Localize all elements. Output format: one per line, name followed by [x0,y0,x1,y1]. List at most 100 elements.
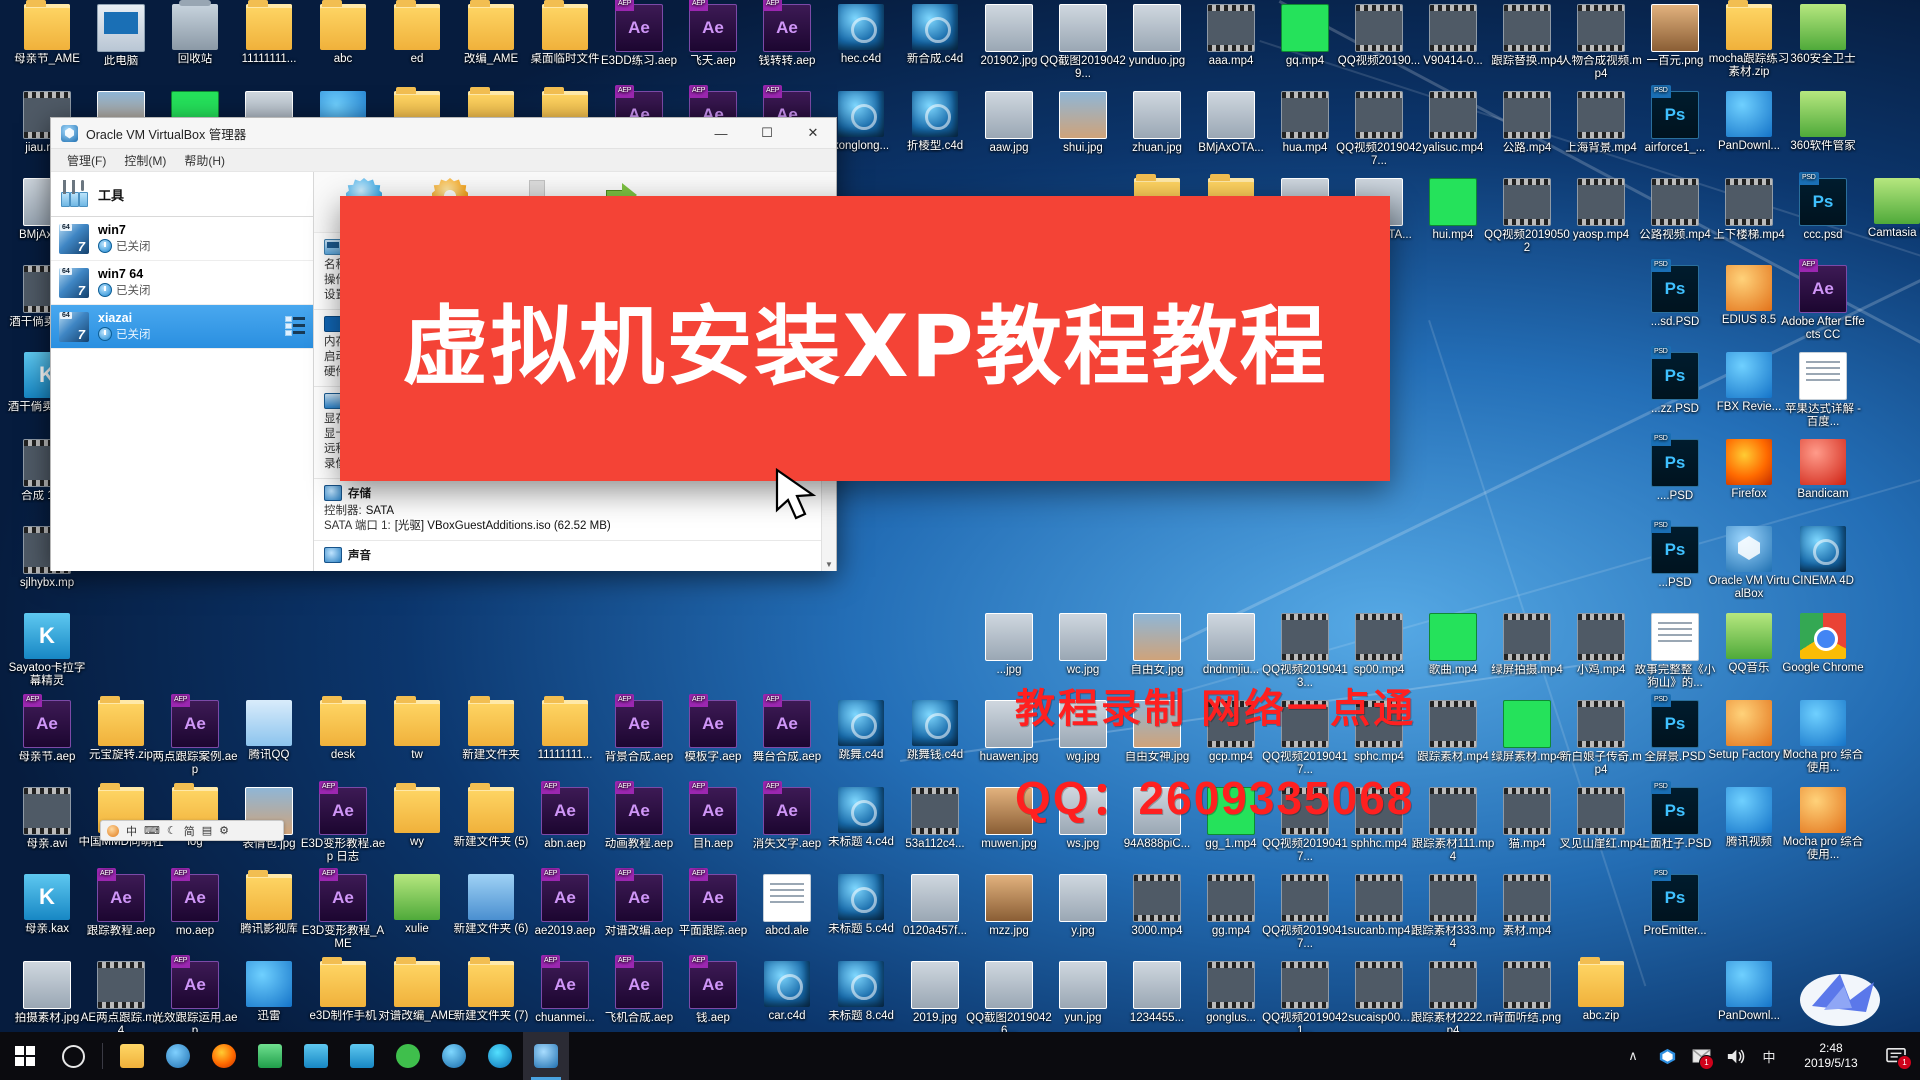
power-off-icon [98,283,112,297]
details-group-header[interactable]: 声音 [314,545,836,566]
folder-green-icon [394,874,440,920]
details-group-title: 存储 [348,488,371,500]
maximize-button[interactable]: ☐ [744,118,790,148]
desktop-icon[interactable]: 360安全卫士 [1780,4,1866,66]
volume-icon[interactable] [1718,1032,1752,1080]
folder-icon [542,696,588,746]
desktop-icon[interactable]: PanDownl... [1706,961,1792,1023]
virtualbox-tray-icon[interactable] [1650,1032,1684,1080]
windows-start-icon[interactable] [0,1032,50,1080]
vm-list-item-win7-64[interactable]: win7 64 已关闭 [51,261,313,305]
clock[interactable]: 2:48 2019/5/13 [1786,1032,1876,1080]
desktop-icon[interactable]: Adobe After Effects CC [1780,259,1866,341]
desktop-icon[interactable]: 360软件管家 [1780,91,1866,153]
taskbar-app-list[interactable] [109,1032,569,1080]
mp4-icon [1355,613,1403,661]
folder-icon [120,1044,144,1068]
desktop-icon[interactable]: Google Chrome [1780,613,1866,675]
ime-lang-label[interactable]: 中 [126,823,137,839]
ae-icon [615,694,663,748]
desktop-icon[interactable]: Bandicam [1780,439,1866,501]
taskbar-app-kax-app-1[interactable] [293,1032,339,1080]
taskbar-app-cinema4d[interactable] [431,1032,477,1080]
taskbar-app-file-explorer[interactable] [109,1032,155,1080]
windows7-vm-icon [59,267,89,298]
desktop-icon[interactable]: 苹果达式详解 - 百度... [1780,352,1866,428]
taskbar[interactable]: ∧ 1 中 2:48 2019/5/13 1 [0,1032,1920,1080]
mp4-icon [1577,91,1625,139]
moon-icon[interactable]: ☾ [167,824,177,837]
desktop-icon[interactable]: ProEmitter... [1632,868,1718,938]
vm-details-toggle-icon[interactable] [285,316,305,336]
menu-help[interactable]: 帮助(H) [176,150,233,171]
details-row-value: SATA [365,505,395,517]
taskbar-app-firefox[interactable] [201,1032,247,1080]
vm-name: xiazai [98,311,133,325]
doc-icon [1799,352,1847,400]
jpg2-icon [1133,613,1181,661]
jpg-icon [911,961,959,1009]
folder-icon [542,0,588,50]
taskbar-app-kax-app-2[interactable] [339,1032,385,1080]
taskbar-app-internet-explorer[interactable] [155,1032,201,1080]
desktop-icon[interactable]: CINEMA 4D [1780,526,1866,588]
taskbar-app-virtualbox[interactable] [523,1032,569,1080]
firefox-icon [212,1044,236,1068]
mp4-icon [1207,4,1255,52]
taskbar-divider [102,1043,103,1069]
app-blue-icon [1726,352,1772,398]
window-titlebar[interactable]: Oracle VM VirtualBox 管理器 — ☐ ✕ [51,118,836,149]
tools-icon [59,179,89,209]
desktop-icon-label: Google Chrome [1782,662,1864,674]
psd-icon [1651,868,1699,922]
taskbar-app-edge[interactable] [477,1032,523,1080]
details-group-header[interactable]: 存储 [314,483,836,504]
folder-icon [246,0,292,50]
folder-icon [468,0,514,50]
ime-mode-label[interactable]: 简 [184,823,195,839]
desktop-icon[interactable]: 素材.mp4 [1484,874,1570,938]
search-circle-icon[interactable] [50,1032,96,1080]
menu-manage[interactable]: 管理(F) [59,150,114,171]
details-group: 声音 [314,541,836,571]
vm-list-item-xiazai[interactable]: xiazai 已关闭 [51,305,313,349]
vm-list-panel[interactable]: 工具 win7 已关闭 win7 64 已关 [51,172,314,571]
jpg-icon [985,961,1033,1009]
mp4-icon [1577,4,1625,52]
ae-icon [171,868,219,922]
desktop-icon[interactable]: Sayatoo卡拉字幕精灵 [4,613,90,687]
jpg-icon [1059,961,1107,1009]
folder-icon [24,0,70,50]
keyboard-icon[interactable]: ⌨ [144,824,160,837]
sidebar-item-tools[interactable]: 工具 [51,172,313,217]
toolbox-icon[interactable]: ▤ [202,824,212,837]
watermark-line-1: 教程录制 网络一点通 [1015,687,1417,731]
folder-icon [468,696,514,746]
mp4-icon [1725,178,1773,226]
tray-chevron-icon[interactable]: ∧ [1616,1032,1650,1080]
vm-list-item-win7[interactable]: win7 已关闭 [51,217,313,261]
notifications-icon[interactable]: 1 [1876,1032,1916,1080]
taskbar-app-video-player[interactable] [247,1032,293,1080]
desktop-icon[interactable]: abc.zip [1558,957,1644,1023]
app-k-icon [24,874,70,920]
menu-control[interactable]: 控制(M) [116,150,174,171]
qq-icon [246,700,292,746]
minimize-button[interactable]: — [698,118,744,148]
menubar[interactable]: 管理(F) 控制(M) 帮助(H) [51,149,836,172]
vm-state: 已关闭 [98,326,151,342]
qq-ime-icon[interactable] [107,824,119,837]
tray-ime-icon[interactable]: 中 [1752,1032,1786,1080]
ae-icon [1799,259,1847,313]
close-button[interactable]: ✕ [790,118,836,148]
desktop-icon-label: 苹果达式详解 - 百度... [1784,403,1862,428]
settings-icon[interactable]: ⚙ [219,824,229,837]
taskbar-app-wechat[interactable] [385,1032,431,1080]
ime-toolbar[interactable]: 中 ⌨ ☾ 简 ▤ ⚙ [100,820,284,841]
mp4-icon [1503,4,1551,52]
desktop-icon[interactable]: Camtasia 9 [1854,178,1920,240]
pc-icon [97,4,145,52]
vm-state-text: 已关闭 [116,285,151,297]
system-tray[interactable]: ∧ 1 中 2:48 2019/5/13 1 [1616,1032,1920,1080]
mail-icon[interactable]: 1 [1684,1032,1718,1080]
